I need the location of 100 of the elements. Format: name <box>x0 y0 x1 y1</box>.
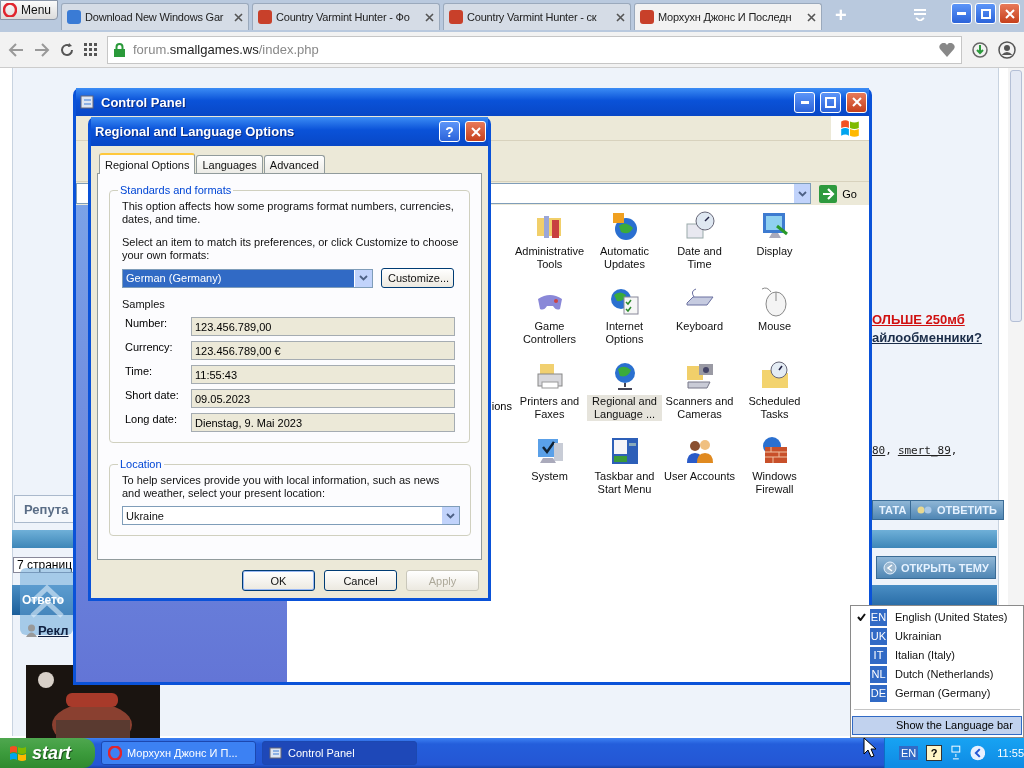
language-code: UK <box>870 627 887 645</box>
control-panel-item[interactable]: Game Controllers <box>512 285 587 360</box>
maximize-button[interactable] <box>820 91 841 113</box>
site-icon <box>640 10 655 24</box>
lock-icon <box>114 42 125 57</box>
sample-label: Number: <box>125 317 169 331</box>
opera-logo-icon <box>108 746 122 760</box>
group-legend: Location <box>118 458 164 470</box>
help-tray-icon[interactable]: ? <box>926 745 942 761</box>
expand-tray-icon[interactable] <box>969 745 986 761</box>
minimize-button[interactable] <box>794 91 815 113</box>
customize-button[interactable]: Customize... <box>381 268 454 288</box>
language-item[interactable]: UK Ukrainian <box>852 627 1022 646</box>
language-code: EN <box>870 609 887 626</box>
control-panel-item[interactable]: Taskbar and Start Menu <box>587 435 662 510</box>
site-icon <box>258 10 273 24</box>
control-panel-item[interactable]: Display <box>737 210 812 285</box>
dialog-tab[interactable]: Advanced <box>263 155 325 173</box>
back-icon[interactable] <box>8 42 24 57</box>
dialog-button[interactable]: OK <box>242 570 315 591</box>
download-link[interactable]: ОЛЬШЕ 250мб <box>872 312 965 327</box>
restore-icon <box>980 8 991 19</box>
close-icon[interactable] <box>807 12 817 22</box>
window-title: Control Panel <box>101 94 187 110</box>
close-button[interactable] <box>846 91 867 113</box>
browser-tab[interactable]: Download New Windows Gar <box>61 3 250 30</box>
taskbar-button[interactable]: Морхухн Джонс И П... <box>101 741 256 765</box>
format-dropdown[interactable]: German (Germany) <box>122 268 373 288</box>
calendar-clock-icon <box>683 210 716 242</box>
control-panel-item[interactable]: Printers and Faxes <box>512 360 587 435</box>
dialog-button[interactable]: Cancel <box>324 570 397 591</box>
show-language-bar-item[interactable]: Show the Language bar <box>852 715 1022 735</box>
control-panel-item[interactable]: System <box>512 435 587 510</box>
address-field[interactable]: forum.smallgames.ws/index.php <box>107 35 962 64</box>
ads-link[interactable]: Рекл <box>38 623 69 638</box>
language-item[interactable]: DE German (Germany) <box>852 683 1022 703</box>
minimize-icon <box>957 12 966 15</box>
menu-button[interactable]: Menu <box>0 0 59 20</box>
clock: 11:55 <box>997 747 1024 759</box>
site-icon <box>449 10 464 24</box>
sample-field: 09.05.2023 <box>191 389 455 408</box>
browser-tab[interactable]: Country Varmint Hunter - ск <box>443 3 632 30</box>
minimize-button[interactable] <box>951 3 972 24</box>
browser-tab[interactable]: Морхухн Джонс И Последн <box>634 3 823 30</box>
help-button[interactable]: ? <box>439 121 460 142</box>
item-label[interactable]: ions <box>491 399 512 412</box>
topic-link[interactable]: айлообменники? <box>872 330 983 345</box>
close-button[interactable] <box>999 3 1020 24</box>
taskbar-button[interactable]: Control Panel <box>262 741 417 765</box>
samples-label: Samples <box>122 298 166 311</box>
go-button[interactable]: Go <box>815 184 861 203</box>
control-panel-item[interactable]: Scanners and Cameras <box>662 360 737 435</box>
control-panel-item[interactable]: Automatic Updates <box>587 210 662 285</box>
reload-icon[interactable] <box>60 42 74 57</box>
location-dropdown[interactable]: Ukraine <box>122 506 460 525</box>
language-item[interactable]: EN English (United States) <box>852 608 1022 627</box>
close-icon[interactable] <box>234 12 244 22</box>
control-panel-icon <box>269 746 283 760</box>
sample-field: 123.456.789,00 <box>191 317 455 336</box>
forward-icon[interactable] <box>34 42 50 57</box>
heart-icon[interactable] <box>939 42 955 57</box>
user-link[interactable]: smert_89 <box>897 444 951 457</box>
control-panel-item[interactable]: Date and Time <box>662 210 737 285</box>
start-button[interactable]: start <box>0 738 95 768</box>
account-icon[interactable] <box>998 40 1016 59</box>
browser-tab[interactable]: Country Varmint Hunter - Фо <box>252 3 441 30</box>
network-icon[interactable] <box>949 745 962 761</box>
maximize-icon <box>825 96 836 108</box>
separator-text: , <box>885 444 892 457</box>
control-panel-item[interactable]: Keyboard <box>662 285 737 360</box>
user-link[interactable]: 80 <box>872 444 886 457</box>
dialog-tab[interactable]: Languages <box>196 155 263 173</box>
dialog-title: Regional and Language Options <box>95 124 296 139</box>
close-icon[interactable] <box>425 12 435 22</box>
description-text: To help services provide you with local information, such as news and weather, select your present location: <box>122 474 441 500</box>
sample-label: Time: <box>125 365 154 379</box>
control-panel-item[interactable]: User Accounts <box>662 435 737 510</box>
sample-field: Dienstag, 9. Mai 2023 <box>191 413 455 432</box>
control-panel-item[interactable]: Scheduled Tasks <box>737 360 812 435</box>
speed-dial-icon[interactable] <box>84 43 97 56</box>
windows-logo-icon <box>8 743 28 763</box>
control-panel-item[interactable]: Windows Firewall <box>737 435 812 510</box>
control-panel-item[interactable]: Administrative Tools <box>512 210 587 285</box>
language-indicator[interactable]: EN <box>899 746 919 760</box>
dialog-tab[interactable]: Regional Options <box>99 153 196 174</box>
control-panel-item[interactable]: Internet Options <box>587 285 662 360</box>
download-icon[interactable] <box>972 41 988 58</box>
close-icon <box>470 126 481 137</box>
arrow-circle-icon <box>883 560 897 575</box>
close-icon[interactable] <box>616 12 626 22</box>
go-arrow-icon <box>819 184 838 203</box>
language-item[interactable]: IT Italian (Italy) <box>852 645 1022 665</box>
description-text: This option affects how some programs format numbers, currencies, dates, and time. <box>122 200 455 226</box>
close-button[interactable] <box>465 121 486 142</box>
control-panel-item[interactable]: Regional and Language ... <box>587 360 662 435</box>
sample-label: Long date: <box>125 413 178 427</box>
control-panel-item[interactable]: Mouse <box>737 285 812 360</box>
answers-label: Ответо <box>22 593 64 607</box>
language-item[interactable]: NL Dutch (Netherlands) <box>852 664 1022 684</box>
restore-button[interactable] <box>975 3 996 24</box>
